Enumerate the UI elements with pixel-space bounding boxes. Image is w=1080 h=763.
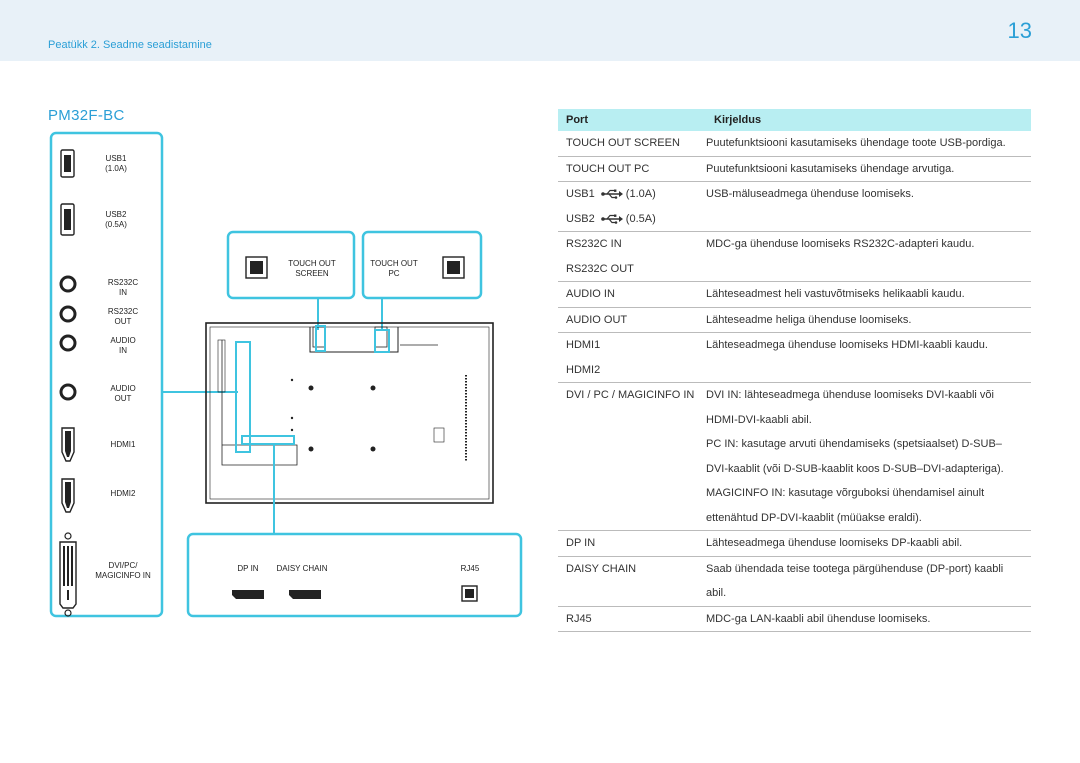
usb-symbol-icon	[600, 189, 623, 199]
description-line: Saab ühendada teise tootega pärgühenduse…	[706, 562, 1004, 575]
description-cell: USB-mäluseadmega ühenduse loomiseks.	[706, 182, 1031, 231]
description-line: HDMI-DVI-kaabli abil.	[706, 413, 812, 426]
port-name: HDMI1	[566, 339, 601, 351]
description-cell: Lähteseadmega ühenduse loomiseks DP-kaab…	[706, 531, 1031, 556]
dvi-label: DVI/PC/ MAGICINFO IN	[95, 561, 151, 580]
usb1-rating-label: (1.0A)	[105, 164, 127, 173]
table-row: RS232C IN RS232C OUT MDC-ga ühenduse loomi…	[558, 232, 1031, 282]
table-row: HDMI1 HDMI2 Lähteseadmega ühenduse loomise…	[558, 333, 1031, 383]
port-name: RS232C OUT	[566, 262, 634, 275]
table-row: DP IN Lähteseadmega ühenduse loomiseks DP…	[558, 531, 1031, 557]
audio-in-jack-icon	[59, 334, 77, 352]
description-line: USB-mäluseadmega ühenduse loomiseks.	[706, 188, 914, 200]
audio-out-label: AUDIO OUT	[110, 384, 136, 403]
hdmi2-label: HDMI2	[110, 489, 136, 498]
port-cell: TOUCH OUT PC	[558, 157, 706, 182]
port-name: RS232C IN	[566, 238, 622, 250]
port-name: HDMI2	[566, 363, 601, 376]
description-line: MDC-ga ühenduse loomiseks RS232C-adapter…	[706, 238, 975, 250]
description-line: ettenähtud DP-DVI-kaablit (müüakse erald…	[706, 511, 922, 524]
description-line: Lähteseadmega ühenduse loomiseks DP-kaab…	[706, 537, 963, 549]
usb2-label: USB2	[105, 210, 127, 219]
description-cell: Puutefunktsiooni kasutamiseks ühendage a…	[706, 157, 1031, 182]
port-name: TOUCH OUT SCREEN	[566, 137, 680, 149]
table-row: RJ45 MDC-ga LAN-kaabli abil ühenduse loom…	[558, 607, 1031, 632]
port-name: TOUCH OUT PC	[566, 162, 650, 175]
usb1-label: USB1	[105, 154, 127, 163]
description-line: Lähteseadmega ühenduse loomiseks HDMI-ka…	[706, 339, 988, 351]
port-cell: DAISY CHAIN	[558, 557, 706, 606]
description-line	[706, 207, 1031, 232]
page-number: 13	[1007, 18, 1032, 43]
port-name: USB2 (0.5A)	[566, 212, 656, 225]
table-row: DAISY CHAIN Saab ühendada teise tootega p…	[558, 557, 1031, 607]
port-cell: AUDIO IN	[558, 282, 706, 307]
port-cell: TOUCH OUT SCREEN	[558, 131, 706, 156]
table-row: TOUCH OUT SCREEN Puutefunktsiooni kasutam…	[558, 131, 1031, 157]
port-diagram	[49, 131, 523, 618]
table-row: AUDIO IN Lähteseadmest heli vastuvõtmisek…	[558, 282, 1031, 308]
col-port-header: Port	[566, 114, 588, 126]
description-cell: Lähteseadmest heli vastuvõtmiseks helika…	[706, 282, 1031, 307]
daisy-chain-port-icon	[289, 590, 321, 599]
table-row: TOUCH OUT PC Puutefunktsiooni kasutamisek…	[558, 157, 1031, 182]
port-cell: RJ45	[558, 607, 706, 632]
table-row: DVI / PC / MAGICINFO IN DVI IN: lähtesead…	[558, 383, 1031, 531]
table-row: USB1 (1.0A) USB2 (0.5A) USB-mäluseadmega ü…	[558, 182, 1031, 232]
port-name: AUDIO IN	[566, 288, 615, 300]
port-name: DVI / PC / MAGICINFO IN	[566, 389, 695, 401]
description-line: Puutefunktsiooni kasutamiseks ühendage t…	[706, 137, 1006, 149]
port-cell: DP IN	[558, 531, 706, 556]
description-line	[706, 358, 1031, 383]
port-cell: HDMI1 HDMI2	[558, 333, 706, 382]
port-name: AUDIO OUT	[566, 313, 628, 326]
rs232c-out-jack-icon	[59, 305, 77, 323]
touch-out-pc-label: TOUCH OUT PC	[370, 259, 418, 278]
description-cell: Puutefunktsiooni kasutamiseks ühendage t…	[706, 131, 1031, 156]
rs232c-in-label: RS232C IN	[107, 278, 139, 297]
port-name: DAISY CHAIN	[566, 562, 637, 575]
description-cell: DVI IN: lähteseadmega ühenduse loomiseks…	[706, 383, 1031, 530]
table-row: AUDIO OUT Lähteseadme heliga ühenduse loo…	[558, 308, 1031, 333]
table-header: Port Kirjeldus	[558, 109, 1031, 131]
description-cell: Lähteseadmega ühenduse loomiseks HDMI-ka…	[706, 333, 1031, 382]
description-line: PC IN: kasutage arvuti ühendamiseks (spe…	[706, 438, 1002, 450]
rj45-label: RJ45	[460, 564, 480, 573]
description-line: Lähteseadme heliga ühenduse loomiseks.	[706, 313, 912, 326]
audio-out-jack-icon	[59, 383, 77, 401]
description-line: DVI-kaablit (või D-SUB-kaablit koos D-SU…	[706, 462, 1004, 475]
description-cell: MDC-ga ühenduse loomiseks RS232C-adapter…	[706, 232, 1031, 281]
port-name: USB1 (1.0A)	[566, 188, 656, 200]
daisy-chain-label: DAISY CHAIN	[276, 564, 328, 573]
usb-symbol-icon	[600, 214, 623, 224]
port-cell: AUDIO OUT	[558, 308, 706, 333]
description-line: DVI IN: lähteseadmega ühenduse loomiseks…	[706, 389, 994, 401]
description-line: abil.	[706, 587, 727, 599]
port-cell: RS232C IN RS232C OUT	[558, 232, 706, 281]
description-line: MAGICINFO IN: kasutage võrguboksi ühenda…	[706, 487, 985, 499]
description-line: Puutefunktsiooni kasutamiseks ühendage a…	[706, 162, 955, 175]
col-desc-header: Kirjeldus	[714, 114, 762, 126]
description-cell: MDC-ga LAN-kaabli abil ühenduse loomisek…	[706, 607, 1031, 632]
rs232c-in-jack-icon	[59, 275, 77, 293]
port-name: DP IN	[566, 537, 596, 549]
hdmi1-label: HDMI1	[110, 440, 136, 449]
description-cell: Lähteseadme heliga ühenduse loomiseks.	[706, 308, 1031, 333]
dp-in-label: DP IN	[237, 564, 259, 573]
description-line: Lähteseadmest heli vastuvõtmiseks helika…	[706, 288, 965, 300]
description-cell: Saab ühendada teise tootega pärgühenduse…	[706, 557, 1031, 606]
port-name: RJ45	[566, 612, 592, 625]
port-cell: DVI / PC / MAGICINFO IN	[558, 383, 706, 530]
touch-out-screen-label: TOUCH OUT SCREEN	[288, 259, 336, 278]
rs232c-out-label: RS232C OUT	[107, 307, 139, 326]
table-body: TOUCH OUT SCREEN Puutefunktsiooni kasutam…	[558, 131, 1031, 632]
dp-in-port-icon	[232, 590, 264, 599]
usb2-rating-label: (0.5A)	[105, 220, 127, 229]
audio-in-label: AUDIO IN	[110, 336, 136, 355]
description-line	[706, 257, 1031, 282]
port-table: Port Kirjeldus TOUCH OUT SCREEN Puutefunk…	[558, 109, 1031, 632]
description-line: MDC-ga LAN-kaabli abil ühenduse loomisek…	[706, 612, 931, 625]
port-cell: USB1 (1.0A) USB2 (0.5A)	[558, 182, 706, 231]
